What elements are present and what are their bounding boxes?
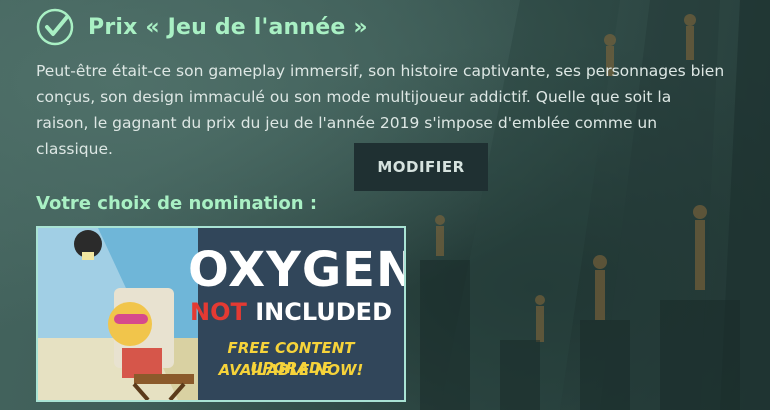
game-title-line1: OXYGEN — [188, 242, 406, 298]
check-circle-icon — [36, 8, 74, 46]
game-title-not: NOT — [189, 298, 247, 326]
game-title-line2: NOT INCLUDED — [188, 298, 394, 326]
modify-button[interactable]: MODIFIER — [354, 143, 488, 191]
nomination-label: Votre choix de nomination : — [36, 193, 318, 214]
award-title: Prix « Jeu de l'année » — [88, 14, 368, 40]
game-subtitle-line2: AVAILABLE NOW! — [218, 361, 364, 379]
game-title-included: INCLUDED — [255, 298, 392, 326]
nominated-game-banner[interactable]: OXYGEN NOT INCLUDED FREE CONTENT UPGRADE… — [36, 226, 406, 402]
award-header: Prix « Jeu de l'année » — [36, 8, 368, 46]
